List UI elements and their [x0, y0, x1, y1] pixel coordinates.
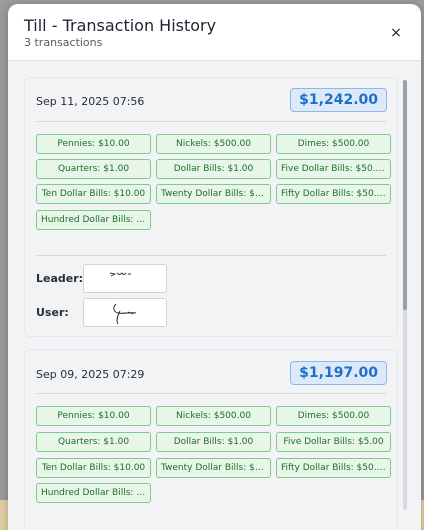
denomination-chip: Nickels: $500.00: [156, 134, 271, 154]
denomination-chip: Fifty Dollar Bills: $50.00: [276, 184, 391, 204]
user-signature-image: [83, 298, 167, 327]
denomination-chip: Dimes: $500.00: [276, 134, 391, 154]
transaction-count: 3 transactions: [24, 36, 103, 49]
modal-title: Till - Transaction History: [24, 16, 217, 35]
close-icon[interactable]: ×: [387, 24, 405, 42]
denomination-chip: Hundred Dollar Bills: $1...: [36, 210, 151, 230]
transaction-card: Sep 09, 2025 07:29 $1,197.00 Pennies: $1…: [24, 349, 398, 530]
denomination-chip: Quarters: $1.00: [36, 159, 151, 179]
denomination-chip: Five Dollar Bills: $5.00: [276, 432, 391, 452]
transaction-history-modal: Till - Transaction History 3 transaction…: [8, 4, 421, 530]
denomination-chip: Quarters: $1.00: [36, 432, 151, 452]
divider: [36, 255, 386, 256]
leader-signature-label: Leader:: [36, 272, 84, 285]
transaction-amount-badge: $1,197.00: [290, 361, 387, 385]
divider: [36, 121, 386, 122]
divider: [36, 393, 386, 394]
denomination-chip: Twenty Dollar Bills: $20...: [156, 458, 271, 478]
denomination-chip: Twenty Dollar Bills: $20...: [156, 184, 271, 204]
user-signature-label: User:: [36, 306, 69, 319]
scrollbar-thumb[interactable]: [403, 80, 407, 310]
modal-header: Till - Transaction History 3 transaction…: [8, 4, 421, 60]
denomination-chip: Ten Dollar Bills: $10.00: [36, 458, 151, 478]
leader-signature-image: [83, 264, 167, 293]
transaction-card: Sep 11, 2025 07:56 $1,242.00 Pennies: $1…: [24, 77, 398, 337]
denomination-chip: Dollar Bills: $1.00: [156, 432, 271, 452]
transaction-list[interactable]: Sep 11, 2025 07:56 $1,242.00 Pennies: $1…: [16, 69, 413, 530]
denomination-chip: Fifty Dollar Bills: $50.00: [276, 458, 391, 478]
denomination-chip: Dimes: $500.00: [276, 406, 391, 426]
denomination-chip: Hundred Dollar Bills: $1...: [36, 483, 151, 503]
modal-body: Sep 11, 2025 07:56 $1,242.00 Pennies: $1…: [8, 60, 421, 530]
denomination-chip: Pennies: $10.00: [36, 406, 151, 426]
denomination-chip: Five Dollar Bills: $50.00: [276, 159, 391, 179]
transaction-amount-badge: $1,242.00: [290, 88, 387, 112]
denomination-chip: Nickels: $500.00: [156, 406, 271, 426]
transaction-date: Sep 09, 2025 07:29: [36, 368, 145, 381]
transaction-date: Sep 11, 2025 07:56: [36, 95, 145, 108]
denomination-chip: Dollar Bills: $1.00: [156, 159, 271, 179]
denomination-chip: Ten Dollar Bills: $10.00: [36, 184, 151, 204]
denomination-chip: Pennies: $10.00: [36, 134, 151, 154]
